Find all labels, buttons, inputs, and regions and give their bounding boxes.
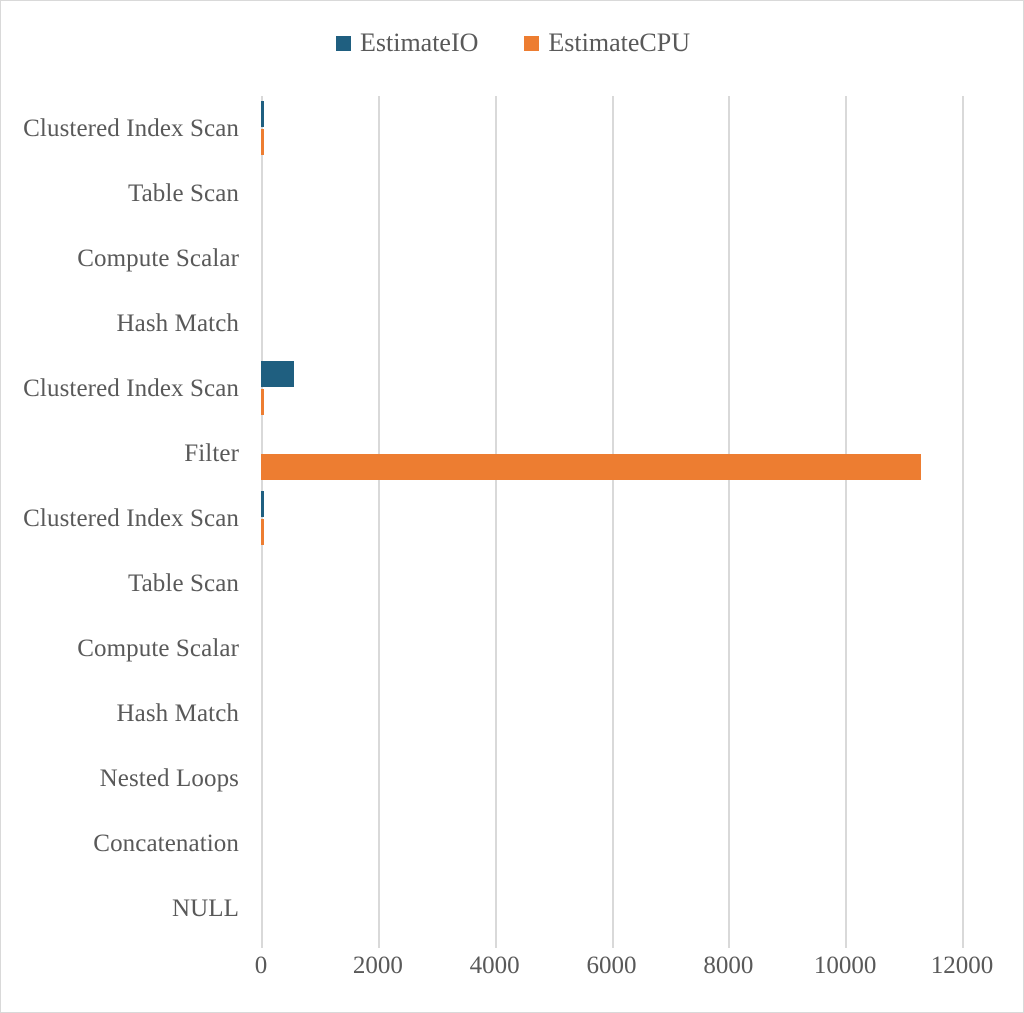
tick-label: 6000	[586, 952, 637, 979]
category-label: Nested Loops	[99, 764, 239, 792]
bar-estimatecpu[interactable]	[261, 454, 922, 480]
category-label: Hash Match	[116, 309, 239, 337]
tick-label: 4000	[469, 952, 520, 979]
bar-row	[261, 421, 962, 486]
legend-item-label: EstimateCPU	[548, 28, 690, 57]
category-label: Clustered Index Scan	[23, 114, 239, 142]
plot-wrapper: Clustered Index Scan Table Scan Compute Sc…	[1, 96, 1024, 941]
tick-mark	[845, 941, 848, 948]
bar-estimatecpu[interactable]	[261, 129, 264, 155]
bar-row	[261, 226, 962, 291]
value-axis: 0 2000 4000 6000 8000 10000 12000	[255, 941, 993, 991]
bar-row	[261, 486, 962, 551]
category-label: Filter	[184, 439, 239, 467]
bars-layer	[261, 96, 962, 941]
tick-mark	[611, 941, 614, 948]
category-label: Hash Match	[116, 699, 239, 727]
category-label: NULL	[171, 894, 239, 922]
plot-area	[261, 96, 964, 941]
bar-estimateio[interactable]	[261, 101, 265, 127]
bar-row	[261, 356, 962, 421]
category-label: Clustered Index Scan	[23, 504, 239, 532]
category-label: Concatenation	[93, 829, 239, 857]
tick-label: 12000	[930, 952, 994, 979]
gridline	[962, 96, 964, 941]
bar-estimateio[interactable]	[261, 491, 265, 517]
bar-estimatecpu[interactable]	[261, 519, 264, 545]
square-marker	[336, 35, 351, 51]
bar-row	[261, 291, 962, 356]
tick-label: 0	[254, 952, 268, 979]
bar-row	[261, 161, 962, 226]
tick-label: 10000	[813, 952, 877, 979]
tick-mark	[377, 941, 380, 948]
category-axis: Clustered Index Scan Table Scan Compute Sc…	[1, 96, 249, 941]
bar-row	[261, 811, 962, 876]
category-label: Compute Scalar	[77, 634, 239, 662]
tick-label: 2000	[352, 952, 403, 979]
bar-row	[261, 616, 962, 681]
bar-estimateio[interactable]	[261, 361, 294, 387]
legend-item-estimatecpu[interactable]: EstimateCPU	[524, 30, 690, 56]
tick-mark	[261, 941, 263, 948]
tick-label: 8000	[703, 952, 754, 979]
bar-row	[261, 96, 962, 161]
bar-chart: EstimateIO EstimateCPU Clustered Index Sc…	[0, 0, 1024, 1013]
bar-row	[261, 681, 962, 746]
category-label: Clustered Index Scan	[23, 374, 239, 402]
category-label: Table Scan	[127, 179, 239, 207]
bar-row	[261, 876, 962, 941]
tick-mark	[962, 941, 964, 948]
bar-row	[261, 551, 962, 616]
legend-item-estimateio[interactable]: EstimateIO	[336, 30, 478, 56]
category-label: Table Scan	[127, 569, 239, 597]
bar-estimatecpu[interactable]	[261, 389, 264, 415]
legend-item-label: EstimateIO	[360, 28, 479, 57]
tick-mark	[494, 941, 497, 948]
tick-mark	[728, 941, 731, 948]
category-label: Compute Scalar	[77, 244, 239, 272]
chart-legend: EstimateIO EstimateCPU	[1, 25, 1024, 61]
bar-row	[261, 746, 962, 811]
square-marker	[524, 35, 540, 51]
